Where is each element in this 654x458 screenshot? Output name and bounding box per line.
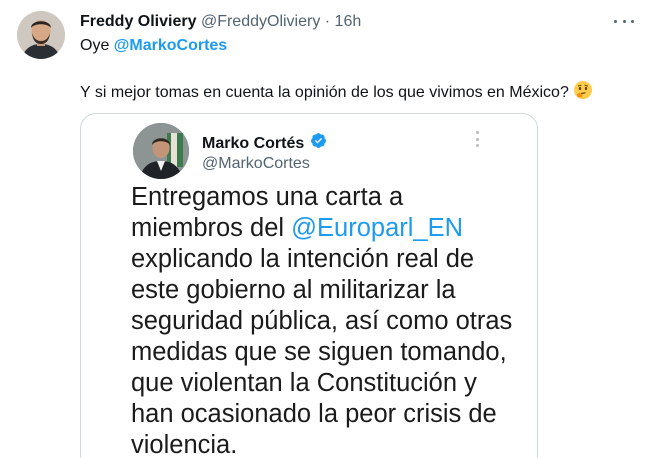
tweet-header: Freddy Oliviery @FreddyOliviery · 16h [80,12,614,32]
quoted-line: medidas que se siguen tomando, [131,338,507,366]
quoted-line-prefix: miembros del [131,214,292,242]
quoted-author-handle[interactable]: @MarkoCortes [202,154,310,174]
author-name[interactable]: Freddy Oliviery [80,13,197,30]
tweet-text-line-1: Oye @MarkoCortes [80,36,227,56]
quoted-line: han ocasionado la peor crisis de [131,400,497,428]
thinking-face-emoji-icon [573,80,593,106]
mention-link[interactable]: @MarkoCortes [114,37,227,54]
more-options-icon[interactable] [614,13,634,29]
tweet-time[interactable]: 16h [335,13,362,30]
quoted-author-name-text: Marko Cortés [202,134,305,152]
verified-badge-icon [310,132,327,155]
quoted-line: explicando la intención real de [131,245,475,273]
quoted-line: este gobierno al militarizar la [131,276,456,304]
author-avatar[interactable] [17,11,65,59]
quoted-line: que violentan la Constitución y [131,369,477,397]
quoted-tweet-card[interactable]: Marko Cortés @MarkoCortes Entregamos una… [80,113,538,458]
quoted-author-name[interactable]: Marko Cortés [202,132,327,155]
meta-separator: · [320,13,335,30]
tweet-text-line-2: Y si mejor tomas en cuenta la opinión de… [80,80,593,106]
quoted-more-icon [476,131,480,147]
tweet-text-question: Y si mejor tomas en cuenta la opinión de… [80,84,569,101]
europarl-mention-link[interactable]: @Europarl_EN [291,214,463,242]
quoted-tweet-body: Entregamos una carta a miembros del @Eur… [131,182,535,458]
quoted-line: miembros del @Europarl_EN [131,213,535,244]
quoted-line: seguridad pública, así como otras [131,307,513,335]
quoted-line: violencia. [131,431,238,458]
quoted-author-avatar[interactable] [133,123,189,179]
author-handle[interactable]: @FreddyOliviery [201,13,320,30]
tweet[interactable]: Freddy Oliviery @FreddyOliviery · 16h Oy… [0,0,654,458]
tweet-text-prefix: Oye [80,37,114,54]
quoted-line: Entregamos una carta a [131,183,404,211]
